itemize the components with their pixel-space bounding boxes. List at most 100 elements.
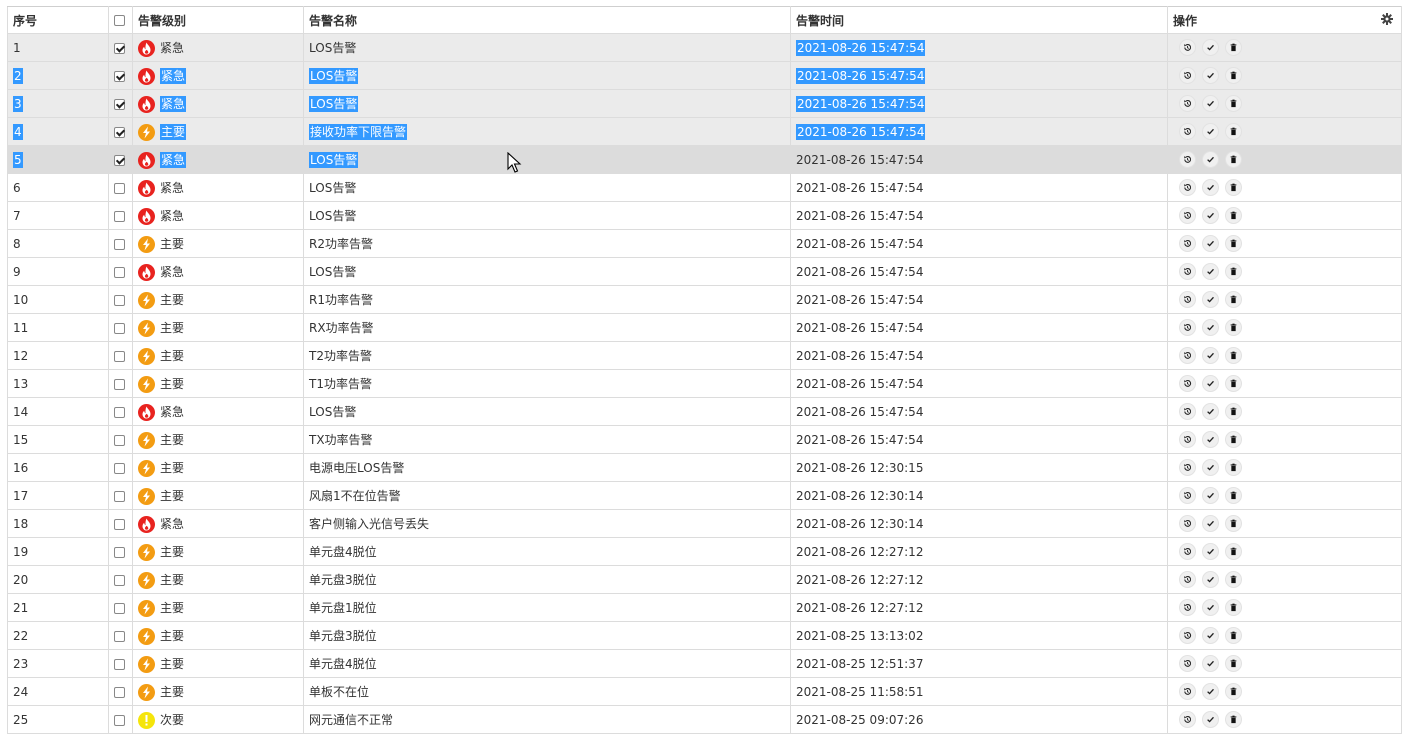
row-checkbox[interactable]: [114, 42, 125, 54]
confirm-button[interactable]: [1202, 291, 1219, 308]
restore-button[interactable]: [1179, 655, 1196, 672]
confirm-button[interactable]: [1202, 515, 1219, 532]
delete-button[interactable]: [1225, 599, 1242, 616]
table-row[interactable]: 11 主要 RX功率告警 2021-08-26 15:47:54: [7, 313, 1402, 342]
cell-checkbox[interactable]: [108, 173, 133, 202]
confirm-button[interactable]: [1202, 487, 1219, 504]
delete-button[interactable]: [1225, 347, 1242, 364]
restore-button[interactable]: [1179, 95, 1196, 112]
cell-checkbox[interactable]: [108, 621, 133, 650]
header-time[interactable]: 告警时间: [790, 6, 1168, 34]
cell-checkbox[interactable]: [108, 649, 133, 678]
cell-checkbox[interactable]: [108, 117, 133, 146]
row-checkbox[interactable]: [114, 714, 125, 726]
header-name[interactable]: 告警名称: [303, 6, 791, 34]
row-checkbox[interactable]: [114, 490, 125, 502]
cell-checkbox[interactable]: [108, 33, 133, 62]
row-checkbox[interactable]: [114, 70, 125, 82]
row-checkbox[interactable]: [114, 266, 125, 278]
confirm-button[interactable]: [1202, 207, 1219, 224]
row-checkbox[interactable]: [114, 406, 125, 418]
restore-button[interactable]: [1179, 627, 1196, 644]
cell-checkbox[interactable]: [108, 201, 133, 230]
row-checkbox[interactable]: [114, 686, 125, 698]
delete-button[interactable]: [1225, 235, 1242, 252]
cell-checkbox[interactable]: [108, 705, 133, 734]
delete-button[interactable]: [1225, 431, 1242, 448]
restore-button[interactable]: [1179, 319, 1196, 336]
cell-checkbox[interactable]: [108, 257, 133, 286]
select-all-checkbox[interactable]: [114, 15, 125, 26]
confirm-button[interactable]: [1202, 431, 1219, 448]
delete-button[interactable]: [1225, 123, 1242, 140]
restore-button[interactable]: [1179, 431, 1196, 448]
restore-button[interactable]: [1179, 711, 1196, 728]
row-checkbox[interactable]: [114, 238, 125, 250]
confirm-button[interactable]: [1202, 571, 1219, 588]
table-row[interactable]: 14 紧急 LOS告警 2021-08-26 15:47:54: [7, 397, 1402, 426]
table-row[interactable]: 19 主要 单元盘4脱位 2021-08-26 12:27:12: [7, 537, 1402, 566]
row-checkbox[interactable]: [114, 378, 125, 390]
row-checkbox[interactable]: [114, 434, 125, 446]
row-checkbox[interactable]: [114, 210, 125, 222]
table-row[interactable]: 8 主要 R2功率告警 2021-08-26 15:47:54: [7, 229, 1402, 258]
confirm-button[interactable]: [1202, 459, 1219, 476]
gear-icon[interactable]: [1381, 13, 1393, 25]
confirm-button[interactable]: [1202, 151, 1219, 168]
delete-button[interactable]: [1225, 655, 1242, 672]
restore-button[interactable]: [1179, 67, 1196, 84]
row-checkbox[interactable]: [114, 350, 125, 362]
restore-button[interactable]: [1179, 571, 1196, 588]
cell-checkbox[interactable]: [108, 425, 133, 454]
restore-button[interactable]: [1179, 263, 1196, 280]
cell-checkbox[interactable]: [108, 369, 133, 398]
table-row[interactable]: 5 紧急 LOS告警 2021-08-26 15:47:54: [7, 145, 1402, 174]
cell-checkbox[interactable]: [108, 453, 133, 482]
confirm-button[interactable]: [1202, 627, 1219, 644]
table-row[interactable]: 12 主要 T2功率告警 2021-08-26 15:47:54: [7, 341, 1402, 370]
row-checkbox[interactable]: [114, 126, 125, 138]
confirm-button[interactable]: [1202, 39, 1219, 56]
confirm-button[interactable]: [1202, 263, 1219, 280]
delete-button[interactable]: [1225, 571, 1242, 588]
restore-button[interactable]: [1179, 543, 1196, 560]
table-row[interactable]: 23 主要 单元盘4脱位 2021-08-25 12:51:37: [7, 649, 1402, 678]
confirm-button[interactable]: [1202, 711, 1219, 728]
restore-button[interactable]: [1179, 487, 1196, 504]
confirm-button[interactable]: [1202, 95, 1219, 112]
restore-button[interactable]: [1179, 375, 1196, 392]
confirm-button[interactable]: [1202, 123, 1219, 140]
row-checkbox[interactable]: [114, 518, 125, 530]
cell-checkbox[interactable]: [108, 509, 133, 538]
restore-button[interactable]: [1179, 459, 1196, 476]
confirm-button[interactable]: [1202, 319, 1219, 336]
cell-checkbox[interactable]: [108, 229, 133, 258]
confirm-button[interactable]: [1202, 67, 1219, 84]
table-row[interactable]: 9 紧急 LOS告警 2021-08-26 15:47:54: [7, 257, 1402, 286]
delete-button[interactable]: [1225, 319, 1242, 336]
delete-button[interactable]: [1225, 375, 1242, 392]
table-row[interactable]: 2 紧急 LOS告警 2021-08-26 15:47:54: [7, 61, 1402, 90]
confirm-button[interactable]: [1202, 179, 1219, 196]
confirm-button[interactable]: [1202, 599, 1219, 616]
header-seq[interactable]: 序号: [7, 6, 109, 34]
delete-button[interactable]: [1225, 487, 1242, 504]
restore-button[interactable]: [1179, 151, 1196, 168]
table-row[interactable]: 7 紧急 LOS告警 2021-08-26 15:47:54: [7, 201, 1402, 230]
row-checkbox[interactable]: [114, 546, 125, 558]
cell-checkbox[interactable]: [108, 593, 133, 622]
delete-button[interactable]: [1225, 543, 1242, 560]
table-row[interactable]: 16 主要 电源电压LOS告警 2021-08-26 12:30:15: [7, 453, 1402, 482]
restore-button[interactable]: [1179, 347, 1196, 364]
cell-checkbox[interactable]: [108, 537, 133, 566]
row-checkbox[interactable]: [114, 658, 125, 670]
cell-checkbox[interactable]: [108, 61, 133, 90]
delete-button[interactable]: [1225, 263, 1242, 280]
confirm-button[interactable]: [1202, 375, 1219, 392]
table-row[interactable]: 17 主要 风扇1不在位告警 2021-08-26 12:30:14: [7, 481, 1402, 510]
delete-button[interactable]: [1225, 207, 1242, 224]
row-checkbox[interactable]: [114, 602, 125, 614]
table-row[interactable]: 3 紧急 LOS告警 2021-08-26 15:47:54: [7, 89, 1402, 118]
confirm-button[interactable]: [1202, 347, 1219, 364]
cell-checkbox[interactable]: [108, 397, 133, 426]
